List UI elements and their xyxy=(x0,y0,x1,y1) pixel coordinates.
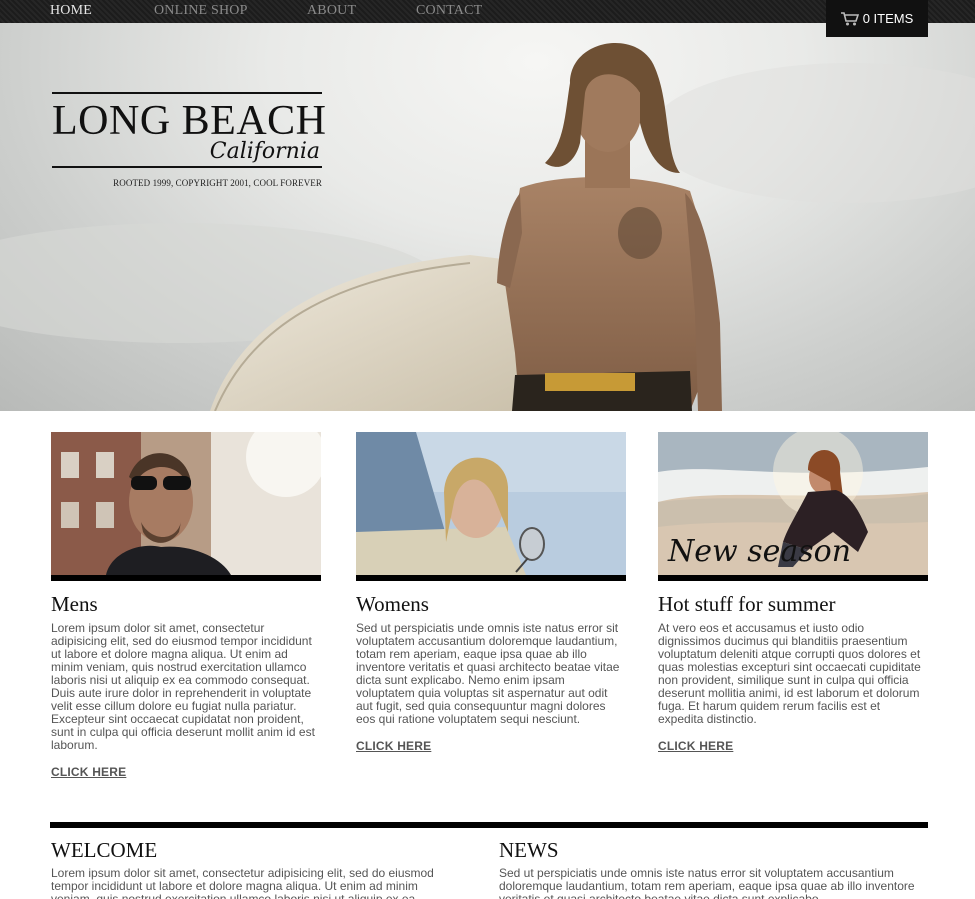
new-season-overlay: New season xyxy=(668,534,852,569)
womens-image-bar xyxy=(356,575,626,581)
news-text: Sed ut perspiciatis unde omnis iste natu… xyxy=(499,866,915,899)
main-nav: HOME ONLINE SHOP ABOUT CONTACT xyxy=(50,3,506,19)
feature-summer: New season Hot stuff for summer At vero … xyxy=(658,432,928,755)
nav-contact[interactable]: CONTACT xyxy=(416,3,506,19)
news-title: NEWS xyxy=(499,838,559,862)
brand-bottom-rule xyxy=(52,166,322,168)
summer-title: Hot stuff for summer xyxy=(658,592,836,616)
mens-image-bar xyxy=(51,575,321,581)
womens-click-here-link[interactable]: CLICK HERE xyxy=(356,739,431,753)
news-section: NEWS Sed ut perspiciatis unde omnis iste… xyxy=(499,838,929,899)
nav-home[interactable]: HOME xyxy=(50,3,154,19)
feature-womens: Womens Sed ut perspiciatis unde omnis is… xyxy=(356,432,626,755)
womens-text: Sed ut perspiciatis unde omnis iste natu… xyxy=(356,621,620,726)
brand-tagline: ROOTED 1999, COPYRIGHT 2001, COOL FOREVE… xyxy=(113,178,322,188)
summer-click-here-link[interactable]: CLICK HERE xyxy=(658,739,733,753)
welcome-title: WELCOME xyxy=(51,838,158,862)
cart-icon xyxy=(840,11,859,25)
brand-title: LONG BEACH xyxy=(52,98,327,144)
nav-about[interactable]: ABOUT xyxy=(307,3,416,19)
womens-title: Womens xyxy=(356,592,429,616)
welcome-text: Lorem ipsum dolor sit amet, consectetur … xyxy=(51,866,434,899)
mens-click-here-link[interactable]: CLICK HERE xyxy=(51,765,126,779)
welcome-section: WELCOME Lorem ipsum dolor sit amet, cons… xyxy=(51,838,461,899)
section-divider xyxy=(50,822,928,828)
mens-title: Mens xyxy=(51,592,98,616)
mens-text: Lorem ipsum dolor sit amet, consectetur … xyxy=(51,621,315,752)
brand-logo: LONG BEACH California ROOTED 1999, COPYR… xyxy=(52,92,327,188)
summer-image-bar xyxy=(658,575,928,581)
cart-button[interactable]: 0 ITEMS xyxy=(826,0,928,37)
summer-text: At vero eos et accusamus et iusto odio d… xyxy=(658,621,921,726)
brand-top-rule xyxy=(52,92,322,94)
womens-image xyxy=(356,432,626,575)
cart-label: 0 ITEMS xyxy=(862,11,914,26)
hero-surfer-image xyxy=(0,42,975,411)
nav-online-shop[interactable]: ONLINE SHOP xyxy=(154,3,307,19)
summer-image: New season xyxy=(658,432,928,575)
mens-image xyxy=(51,432,321,575)
feature-mens: Mens Lorem ipsum dolor sit amet, consect… xyxy=(51,432,321,781)
hero-banner: LONG BEACH California ROOTED 1999, COPYR… xyxy=(0,23,975,411)
